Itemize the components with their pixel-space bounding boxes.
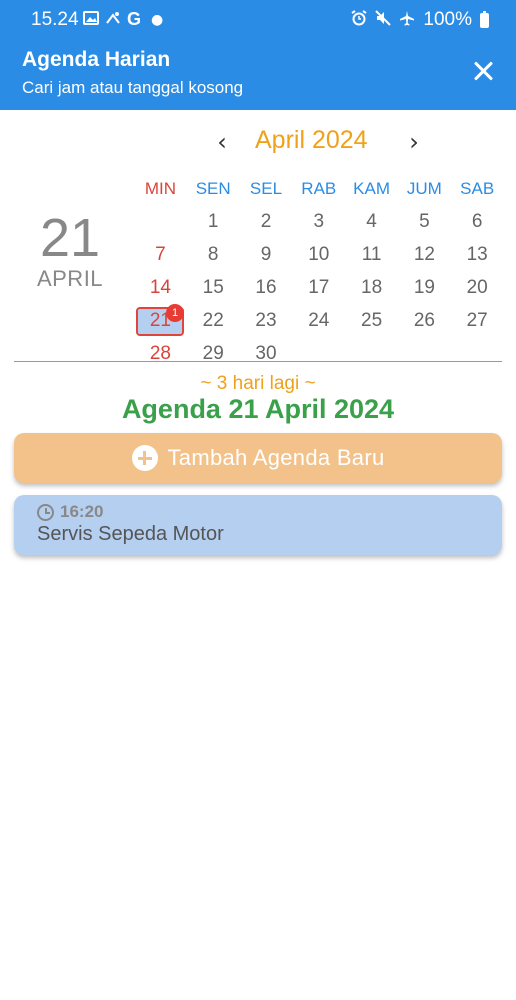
weekday-label: JUM — [406, 179, 442, 198]
calendar-day[interactable]: 28 — [134, 337, 187, 370]
calendar-day[interactable]: 17 — [292, 271, 345, 304]
weekday-label: MIN — [144, 179, 176, 198]
event-card[interactable]: 16:20 Servis Sepeda Motor — [14, 495, 502, 555]
calendar-day[interactable]: 11 — [345, 238, 398, 271]
calendar-day[interactable]: 29 — [187, 337, 240, 370]
clock-icon — [37, 503, 54, 521]
calendar-day[interactable]: 20 — [451, 271, 504, 304]
calendar-empty-cell — [292, 337, 345, 370]
selected-day: 21 — [39, 208, 101, 268]
calendar-day[interactable]: 27 — [451, 304, 504, 337]
airplane-icon — [399, 10, 415, 30]
mute-icon — [375, 10, 392, 30]
add-agenda-label: Tambah Agenda Baru — [167, 445, 385, 470]
status-right-icons: 100% — [351, 9, 489, 31]
weekday-label: RAB — [301, 179, 337, 198]
event-title: Servis Sepeda Motor — [37, 523, 224, 545]
calendar-day[interactable]: 18 — [345, 271, 398, 304]
calendar-day[interactable]: 13 — [451, 238, 504, 271]
weekday-label: SEN — [195, 179, 231, 198]
app-bar: Agenda Harian Cari jam atau tanggal koso… — [0, 38, 516, 110]
calendar-day[interactable]: 1 — [187, 205, 240, 238]
calendar-day[interactable]: 19 — [398, 271, 451, 304]
image-icon — [83, 10, 99, 29]
battery-percent: 100% — [423, 9, 472, 30]
calendar-empty-cell — [451, 337, 504, 370]
agenda-heading: Agenda 21 April 2024 — [121, 394, 395, 424]
selected-month: APRIL — [36, 266, 104, 291]
alarm-icon — [351, 10, 367, 30]
battery-icon — [480, 10, 489, 28]
calendar-day[interactable]: 12 — [398, 238, 451, 271]
weekday-header: MIN SEN SEL RAB KAM JUM SAB — [134, 172, 504, 205]
app-title: Agenda Harian — [22, 48, 171, 71]
close-icon[interactable] — [468, 56, 498, 86]
chevron-left-icon[interactable]: ‹ — [210, 128, 234, 156]
calendar-day[interactable]: 5 — [398, 205, 451, 238]
calendar-empty-cell — [398, 337, 451, 370]
calendar-day[interactable]: 3 — [292, 205, 345, 238]
weekday-label: KAM — [353, 179, 390, 198]
calendar-day[interactable]: 15 — [187, 271, 240, 304]
event-count-badge: 1 — [166, 304, 184, 322]
calendar-day[interactable]: 26 — [398, 304, 451, 337]
add-agenda-button[interactable]: Tambah Agenda Baru — [14, 433, 502, 483]
calendar-day-selected[interactable]: 21 1 — [134, 304, 187, 337]
dot-icon: ● — [151, 11, 164, 28]
app-subtitle: Cari jam atau tanggal kosong — [22, 78, 244, 97]
calendar-day[interactable]: 23 — [240, 304, 293, 337]
divider — [14, 361, 502, 362]
calendar-week-row: 123456 — [134, 205, 504, 238]
calendar-week-row: 28 29 30 — [134, 337, 504, 370]
chevron-right-icon[interactable]: › — [402, 128, 426, 156]
calendar-day[interactable]: 2 — [240, 205, 293, 238]
days-left-label: ~ 3 hari lagi ~ — [200, 373, 316, 394]
event-time-row: 16:20 — [37, 502, 103, 522]
event-time: 16:20 — [60, 502, 104, 521]
selected-date-display: 21 APRIL — [14, 210, 126, 292]
plus-circle-icon — [131, 445, 158, 471]
g-icon: G — [127, 9, 142, 29]
calendar-empty-cell — [345, 337, 398, 370]
status-left-icons: G ● — [83, 9, 163, 30]
calendar-day[interactable]: 25 — [345, 304, 398, 337]
calendar-day[interactable]: 14 — [134, 271, 187, 304]
weekday-label: SAB — [460, 179, 495, 198]
calendar-grid: MIN SEN SEL RAB KAM JUM SAB 1 2 3 4 5 6 7 8 9 10 1… — [134, 172, 504, 370]
calendar-day[interactable]: 16 — [240, 271, 293, 304]
calendar-day[interactable]: 6 — [451, 205, 504, 238]
calendar-week-row: 21 1 22 23 24 25 26 27 — [134, 304, 504, 337]
calendar-week-row: 7 8 9 10 11 12 13 — [134, 238, 504, 271]
cast-icon — [105, 10, 121, 29]
calendar-day[interactable]: 24 — [292, 304, 345, 337]
calendar-day[interactable]: 30 — [240, 337, 293, 370]
status-time: 15.24 — [31, 9, 79, 30]
month-label: April 2024 — [255, 126, 368, 154]
calendar-day[interactable]: 9 — [240, 238, 293, 271]
calendar-day[interactable]: 10 — [292, 238, 345, 271]
calendar-day[interactable]: 8 — [187, 238, 240, 271]
calendar-day[interactable]: 22 — [187, 304, 240, 337]
calendar-day[interactable]: 7 — [134, 238, 187, 271]
month-navigation: ‹ April 2024 › — [0, 126, 516, 158]
weekday-label: SEL — [249, 179, 283, 198]
calendar-week-row: 14 15 16 17 18 19 20 — [134, 271, 504, 304]
calendar-empty-cell — [134, 205, 187, 238]
calendar-day[interactable]: 4 — [345, 205, 398, 238]
status-bar: 15.24 G ● 100% — [0, 0, 516, 38]
